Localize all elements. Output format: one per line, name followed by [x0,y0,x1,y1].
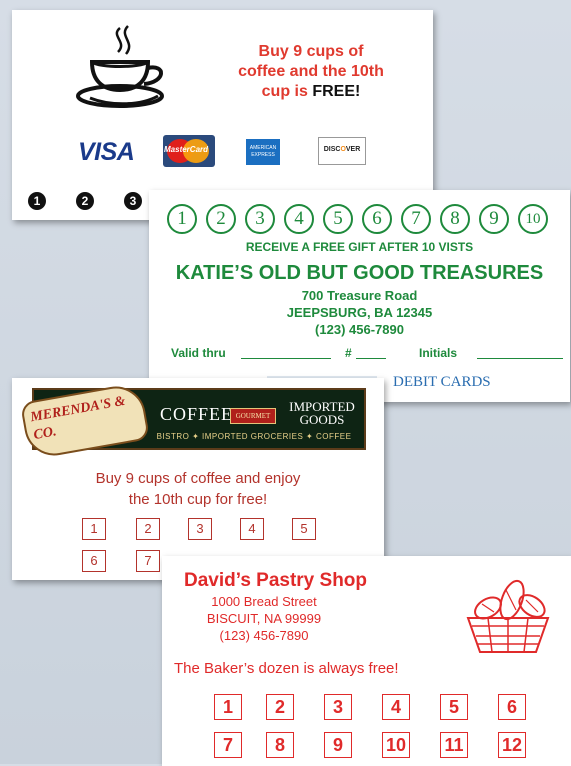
stamp-box: 7 [214,732,242,758]
stamp-box: 10 [382,732,410,758]
visa-logo: VISA [78,138,135,166]
stamp-box: 2 [266,694,294,720]
stamp-box: 4 [382,694,410,720]
amex-logo: AMERICAN EXPRESS [246,139,280,165]
initials-line [477,358,563,359]
address-line-1: 700 Treasure Road [301,288,418,303]
visit-number: 4 [284,204,314,234]
discover-logo: DISCOVER [318,137,366,165]
visit-number: 10 [518,204,548,234]
bread-basket-icon [466,579,550,653]
store-title: KATIE’S OLD BUT GOOD TREASURES [175,262,544,284]
coffee-loyalty-card: Buy 9 cups of coffee and the 10th cup is… [12,10,433,220]
promo-text: Buy 9 cups of coffee and enjoy the 10th … [95,470,301,508]
address-line-1: 1000 Bread Street [211,594,317,609]
visit-number: 3 [245,204,275,234]
stamp-box: 2 [136,518,160,540]
phone: (123) 456-7890 [219,628,309,643]
treasures-loyalty-card: 1 2 3 4 5 6 7 8 9 10 RECEIVE A FREE GIFT… [149,190,570,402]
stamp-box: 8 [266,732,294,758]
merendas-logo: MERENDA'S & CO. [19,381,151,461]
stamp-box: 3 [324,694,352,720]
stamp-box: 12 [498,732,526,758]
number-label: # [345,346,352,360]
stamp-box: 7 [136,550,160,572]
stamp-box: 1 [214,694,242,720]
number-line [356,358,386,359]
stamp-box: 6 [82,550,106,572]
stamp-box: 6 [498,694,526,720]
stamp-box: 5 [292,518,316,540]
visit-number: 1 [167,204,197,234]
coffee-cup-icon [76,25,164,108]
address-line-2: BISCUIT, NA 99999 [206,611,322,626]
merendas-loyalty-card: MERENDA'S & CO. COFFEE GOURMET IMPORTED … [12,378,384,580]
pastry-loyalty-card: David’s Pastry Shop 1000 Bread Street BI… [162,556,571,766]
address-line-2: JEEPSBURG, BA 12345 [286,305,433,320]
promo-text: Buy 9 cups of coffee and the 10th cup is… [238,43,384,100]
visit-number: 9 [479,204,509,234]
phone: (123) 456-7890 [315,322,404,337]
payment-logos: VISA MasterCard AMERICAN EXPRESS DISCOVE… [78,135,398,167]
stamp-3: 3 [124,192,142,210]
merendas-banner: MERENDA'S & CO. COFFEE GOURMET IMPORTED … [19,381,366,461]
baker-text: The Baker’s dozen is always free! [174,660,399,677]
stamp-box: 4 [240,518,264,540]
visit-number: 5 [323,204,353,234]
stamp-box: 5 [440,694,468,720]
stamp-box: 1 [82,518,106,540]
visit-number: 6 [362,204,392,234]
visit-number: 2 [206,204,236,234]
debit-cards-text: DEBIT CARDS [393,374,491,390]
shop-name: David’s Pastry Shop [184,570,368,591]
gift-text: RECEIVE A FREE GIFT AFTER 10 VISTS [245,240,474,254]
stamp-box: 3 [188,518,212,540]
stamp-2: 2 [76,192,94,210]
valid-thru-line [241,358,331,359]
visit-number: 8 [440,204,470,234]
stamp-1: 1 [28,192,46,210]
mastercard-logo: MasterCard [163,135,215,167]
valid-thru-label: Valid thru [171,346,226,360]
initials-label: Initials [419,346,458,360]
stamp-box: 11 [440,732,468,758]
visit-number: 7 [401,204,431,234]
stamp-box: 9 [324,732,352,758]
